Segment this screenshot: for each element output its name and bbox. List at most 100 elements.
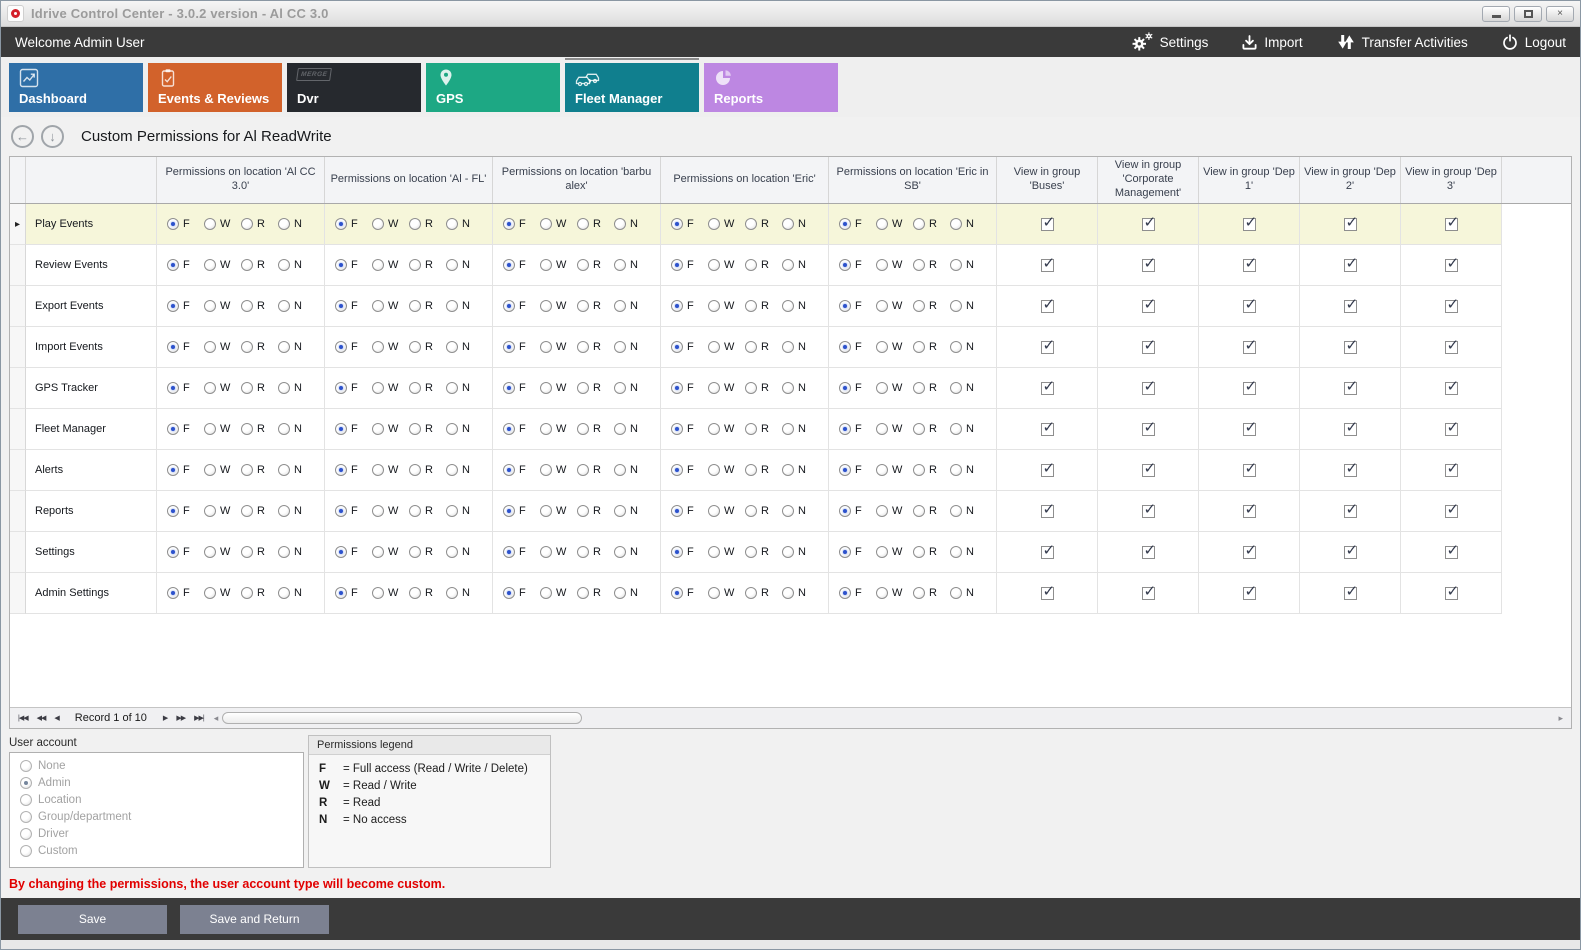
radio-f-icon[interactable] xyxy=(167,587,179,599)
radio-f-icon[interactable] xyxy=(839,587,851,599)
user-account-option-custom[interactable]: Custom xyxy=(20,845,303,857)
radio-option-w[interactable]: W xyxy=(708,546,745,558)
radio-w-icon[interactable] xyxy=(708,341,720,353)
radio-w-icon[interactable] xyxy=(708,587,720,599)
radio-f-icon[interactable] xyxy=(839,300,851,312)
radio-option-f[interactable]: F xyxy=(167,423,204,435)
radio-option-n[interactable]: N xyxy=(950,382,987,394)
radio-r-icon[interactable] xyxy=(745,259,757,271)
radio-r-icon[interactable] xyxy=(745,423,757,435)
radio-option-w[interactable]: W xyxy=(204,505,241,517)
radio-w-icon[interactable] xyxy=(876,423,888,435)
radio-option-n[interactable]: N xyxy=(278,218,315,230)
radio-w-icon[interactable] xyxy=(708,505,720,517)
radio-option-r[interactable]: R xyxy=(409,300,446,312)
radio-f-icon[interactable] xyxy=(671,259,683,271)
radio-option-w[interactable]: W xyxy=(372,587,409,599)
radio-option-f[interactable]: F xyxy=(839,259,876,271)
tab-reports[interactable]: Reports xyxy=(704,63,838,112)
group-checkbox[interactable]: ✓ xyxy=(1445,259,1458,272)
radio-option-f[interactable]: F xyxy=(503,218,540,230)
group-checkbox[interactable]: ✓ xyxy=(1041,464,1054,477)
radio-r-icon[interactable] xyxy=(745,341,757,353)
group-checkbox[interactable]: ✓ xyxy=(1344,218,1357,231)
group-checkbox[interactable]: ✓ xyxy=(1142,259,1155,272)
radio-n-icon[interactable] xyxy=(278,505,290,517)
radio-option-w[interactable]: W xyxy=(876,546,913,558)
radio-option-r[interactable]: R xyxy=(577,464,614,476)
radio-option-n[interactable]: N xyxy=(446,464,483,476)
radio-n-icon[interactable] xyxy=(614,505,626,517)
column-header-group[interactable]: View in group 'Corporate Management' xyxy=(1098,157,1199,203)
radio-option-r[interactable]: R xyxy=(577,300,614,312)
radio-option-n[interactable]: N xyxy=(278,300,315,312)
group-checkbox[interactable]: ✓ xyxy=(1445,300,1458,313)
radio-n-icon[interactable] xyxy=(614,218,626,230)
radio-n-icon[interactable] xyxy=(446,423,458,435)
radio-f-icon[interactable] xyxy=(167,382,179,394)
radio-r-icon[interactable] xyxy=(745,300,757,312)
radio-option-r[interactable]: R xyxy=(241,382,278,394)
radio-option-f[interactable]: F xyxy=(167,546,204,558)
radio-f-icon[interactable] xyxy=(671,300,683,312)
radio-option-n[interactable]: N xyxy=(278,341,315,353)
radio-option-n[interactable]: N xyxy=(446,505,483,517)
group-checkbox[interactable]: ✓ xyxy=(1344,300,1357,313)
radio-option-f[interactable]: F xyxy=(335,464,372,476)
radio-option-r[interactable]: R xyxy=(241,259,278,271)
radio-r-icon[interactable] xyxy=(577,341,589,353)
radio-r-icon[interactable] xyxy=(913,464,925,476)
radio-option-r[interactable]: R xyxy=(241,546,278,558)
radio-r-icon[interactable] xyxy=(577,423,589,435)
group-checkbox[interactable]: ✓ xyxy=(1445,423,1458,436)
radio-option-r[interactable]: R xyxy=(745,505,782,517)
group-checkbox[interactable]: ✓ xyxy=(1041,587,1054,600)
radio-option-w[interactable]: W xyxy=(372,259,409,271)
radio-w-icon[interactable] xyxy=(204,546,216,558)
group-checkbox[interactable]: ✓ xyxy=(1142,505,1155,518)
radio-w-icon[interactable] xyxy=(372,587,384,599)
radio-n-icon[interactable] xyxy=(950,218,962,230)
scroll-right-icon[interactable]: ▸ xyxy=(1558,714,1563,723)
radio-option-w[interactable]: W xyxy=(372,300,409,312)
radio-w-icon[interactable] xyxy=(876,382,888,394)
radio-w-icon[interactable] xyxy=(204,218,216,230)
radio-f-icon[interactable] xyxy=(167,300,179,312)
radio-f-icon[interactable] xyxy=(503,341,515,353)
radio-option-n[interactable]: N xyxy=(446,587,483,599)
group-checkbox[interactable]: ✓ xyxy=(1344,546,1357,559)
radio-option-r[interactable]: R xyxy=(745,464,782,476)
import-menu-item[interactable]: Import xyxy=(1242,35,1302,50)
radio-f-icon[interactable] xyxy=(503,218,515,230)
radio-r-icon[interactable] xyxy=(241,505,253,517)
group-checkbox[interactable]: ✓ xyxy=(1243,546,1256,559)
group-checkbox[interactable]: ✓ xyxy=(1142,341,1155,354)
user-account-option-location[interactable]: Location xyxy=(20,794,303,806)
radio-option-f[interactable]: F xyxy=(671,259,708,271)
radio-option-n[interactable]: N xyxy=(446,259,483,271)
radio-r-icon[interactable] xyxy=(241,382,253,394)
radio-n-icon[interactable] xyxy=(278,423,290,435)
radio-n-icon[interactable] xyxy=(950,382,962,394)
radio-w-icon[interactable] xyxy=(372,218,384,230)
radio-option-r[interactable]: R xyxy=(577,505,614,517)
radio-option-f[interactable]: F xyxy=(839,382,876,394)
radio-option-w[interactable]: W xyxy=(204,423,241,435)
radio-option-f[interactable]: F xyxy=(167,259,204,271)
radio-icon[interactable] xyxy=(20,828,32,840)
radio-n-icon[interactable] xyxy=(782,546,794,558)
radio-n-icon[interactable] xyxy=(446,341,458,353)
radio-r-icon[interactable] xyxy=(577,587,589,599)
scrollbar-thumb[interactable] xyxy=(222,712,582,724)
radio-r-icon[interactable] xyxy=(913,587,925,599)
group-checkbox[interactable]: ✓ xyxy=(1445,464,1458,477)
radio-r-icon[interactable] xyxy=(577,546,589,558)
group-checkbox[interactable]: ✓ xyxy=(1041,218,1054,231)
radio-w-icon[interactable] xyxy=(372,505,384,517)
radio-w-icon[interactable] xyxy=(204,341,216,353)
radio-n-icon[interactable] xyxy=(278,382,290,394)
radio-n-icon[interactable] xyxy=(278,218,290,230)
radio-f-icon[interactable] xyxy=(671,546,683,558)
radio-option-n[interactable]: N xyxy=(446,546,483,558)
group-checkbox[interactable]: ✓ xyxy=(1142,546,1155,559)
